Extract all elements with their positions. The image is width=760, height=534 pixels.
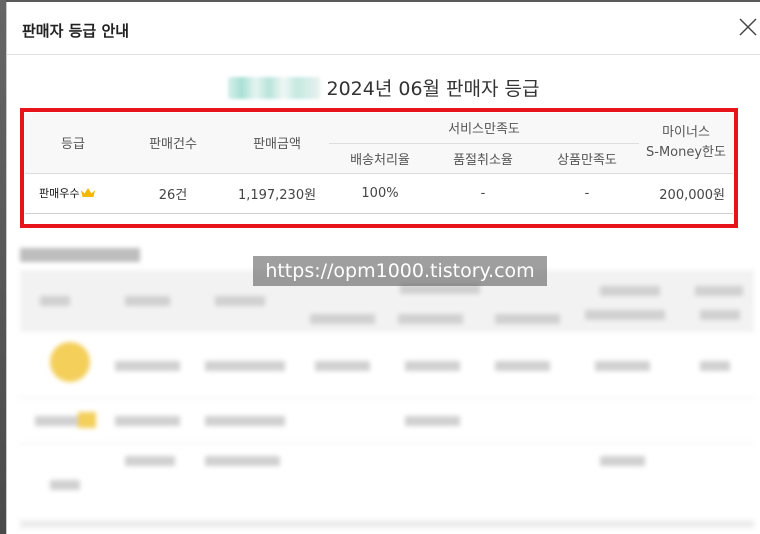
blurred-row: [20, 336, 754, 398]
close-button[interactable]: [737, 16, 759, 38]
blurred-title: [20, 248, 140, 262]
blurred-row: [20, 444, 754, 532]
seller-name-blurred: [228, 77, 321, 99]
watermark: https://opm1000.tistory.com: [253, 256, 547, 286]
blurred-row: [20, 398, 754, 444]
close-icon: [739, 18, 757, 36]
modal-header: 판매자 등급 안내: [7, 2, 760, 55]
modal-title: 판매자 등급 안내: [22, 22, 130, 40]
grade-heading-text: 2024년 06월 판매자 등급: [326, 78, 540, 100]
highlight-box: [20, 108, 738, 228]
grade-heading: 2024년 06월 판매자 등급: [7, 74, 760, 101]
blurred-grade-criteria: [20, 248, 754, 532]
